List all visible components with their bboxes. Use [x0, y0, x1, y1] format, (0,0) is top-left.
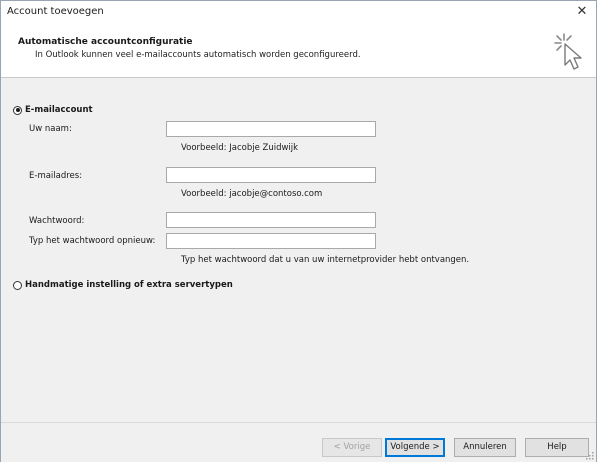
name-hint: Voorbeeld: Jacobje Zuidwijk: [181, 143, 299, 153]
button-bar: < Vorige Volgende > Annuleren Help: [1, 422, 596, 462]
name-label: Uw naam:: [29, 124, 72, 134]
password-field[interactable]: [166, 212, 376, 228]
add-account-dialog: Account toevoegen ✕ Automatische account…: [0, 0, 597, 462]
next-button[interactable]: Volgende >: [385, 438, 445, 457]
email-label: E-mailadres:: [29, 171, 83, 181]
password-hint: Typ het wachtwoord dat u van uw internet…: [181, 255, 470, 265]
name-field[interactable]: [166, 121, 376, 137]
manual-setup-radio[interactable]: [13, 280, 22, 290]
wizard-cursor-icon: [554, 33, 582, 70]
manual-setup-option[interactable]: Handmatige instelling of extra servertyp…: [13, 280, 233, 290]
header-subtitle: In Outlook kunnen veel e-mailaccounts au…: [35, 50, 361, 60]
cancel-button[interactable]: Annuleren: [454, 438, 516, 457]
header-title: Automatische accountconfiguratie: [18, 37, 193, 47]
wizard-header: Automatische accountconfiguratie In Outl…: [1, 25, 596, 78]
resize-grip-icon[interactable]: [586, 452, 594, 460]
email-hint: Voorbeeld: jacobje@contoso.com: [181, 189, 323, 199]
manual-setup-label: Handmatige instelling of extra servertyp…: [25, 280, 233, 290]
email-field[interactable]: [166, 167, 376, 183]
back-button[interactable]: < Vorige: [322, 438, 382, 457]
title-bar: Account toevoegen ✕: [1, 1, 596, 25]
window-title: Account toevoegen: [7, 6, 104, 17]
help-button[interactable]: Help: [525, 438, 589, 457]
dialog-content: E-mailaccount Uw naam: Voorbeeld: Jacobj…: [1, 78, 596, 422]
email-account-option[interactable]: E-mailaccount: [13, 105, 93, 115]
password-label: Wachtwoord:: [29, 216, 85, 226]
close-icon[interactable]: ✕: [574, 4, 590, 20]
password-confirm-field[interactable]: [166, 233, 376, 249]
email-account-label: E-mailaccount: [25, 105, 93, 115]
password-confirm-label: Typ het wachtwoord opnieuw:: [29, 236, 156, 246]
email-account-radio[interactable]: [13, 105, 22, 115]
